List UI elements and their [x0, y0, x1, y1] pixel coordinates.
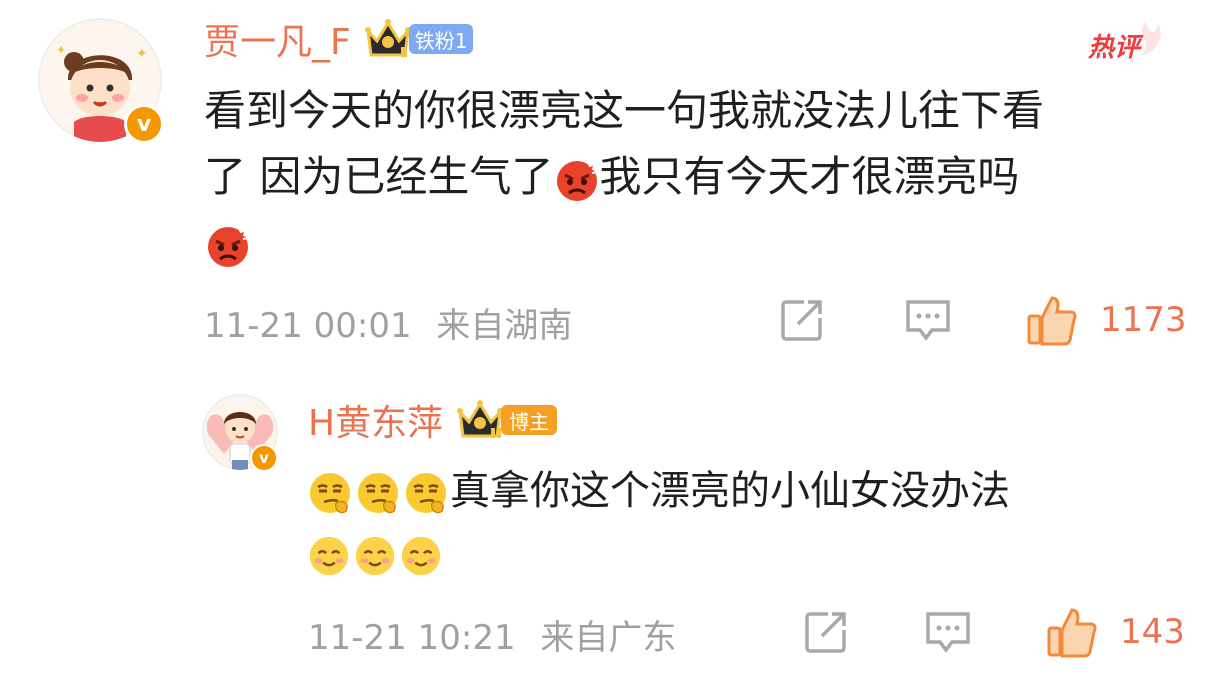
angry-face-icon — [557, 160, 602, 202]
comment-actions: 1173 — [778, 292, 1187, 348]
username[interactable]: H黄东萍 — [308, 394, 443, 446]
avatar[interactable]: ✦ ✦ v — [38, 18, 164, 144]
repost-icon[interactable] — [802, 608, 850, 656]
smile-face-icon — [309, 537, 349, 576]
svg-text:✦: ✦ — [136, 46, 148, 62]
smirk-face-icon — [310, 473, 350, 514]
verified-v-icon: v — [124, 104, 164, 144]
location: 来自湖南 — [436, 306, 573, 346]
comment-actions: 143 — [802, 604, 1185, 660]
comment-text-line: 了 因为已经生气了 我只有今天才很漂亮吗 — [204, 144, 1194, 210]
svg-text:✦: ✦ — [56, 43, 66, 57]
comment-text-segment: 了 因为已经生气了 — [204, 151, 554, 201]
comment-text-line: 看到今天的你很漂亮这一句我就没法儿往下看 — [204, 86, 1045, 135]
comment-text-line — [204, 209, 1194, 275]
comment-icon[interactable] — [924, 608, 972, 656]
comment-text-line: 真拿你这个漂亮的小仙女没办法 — [306, 460, 1186, 523]
timestamp: 11-21 00:01 — [204, 306, 412, 346]
smirk-face-icon — [358, 473, 398, 514]
verified-v-icon: v — [250, 444, 278, 472]
crown-icon — [457, 400, 504, 438]
like-thumb-icon[interactable] — [1046, 606, 1098, 658]
blogger-badge: 博主 — [501, 405, 558, 435]
comment-text-segment: 我只有今天才很漂亮吗 — [599, 151, 1020, 201]
avatar[interactable]: v — [202, 394, 278, 472]
comment-text: 真拿你这个漂亮的小仙女没办法 — [306, 460, 1186, 586]
timestamp: 11-21 10:21 — [308, 618, 516, 658]
comment-text-segment: 真拿你这个漂亮的小仙女没办法 — [450, 468, 1010, 514]
hot-comment-tag: 热评 — [1084, 16, 1174, 80]
username[interactable]: 贾一凡_F — [204, 13, 351, 65]
comment-meta: 11-21 10:21 来自广东 — [308, 610, 676, 659]
fan-level-badge: 铁粉1 — [408, 24, 474, 54]
smile-face-icon — [401, 537, 441, 576]
comment-meta: 11-21 00:01 来自湖南 — [204, 298, 572, 347]
comment-text-line — [306, 523, 1186, 586]
smile-face-icon — [355, 537, 395, 576]
like-thumb-icon[interactable] — [1026, 294, 1078, 346]
crown-icon — [364, 19, 411, 57]
flame-icon: 热评 — [1087, 22, 1161, 63]
comment-icon[interactable] — [904, 296, 952, 344]
repost-icon[interactable] — [778, 296, 826, 344]
location: 来自广东 — [540, 618, 677, 658]
like-count: 1173 — [1100, 300, 1187, 340]
angry-face-icon — [208, 226, 252, 267]
comment-text: 看到今天的你很漂亮这一句我就没法儿往下看 了 因为已经生气了 我只有今天才很漂亮… — [204, 78, 1194, 275]
smirk-face-icon — [406, 473, 446, 514]
like-count: 143 — [1120, 612, 1185, 652]
hot-label: 热评 — [1087, 33, 1144, 63]
